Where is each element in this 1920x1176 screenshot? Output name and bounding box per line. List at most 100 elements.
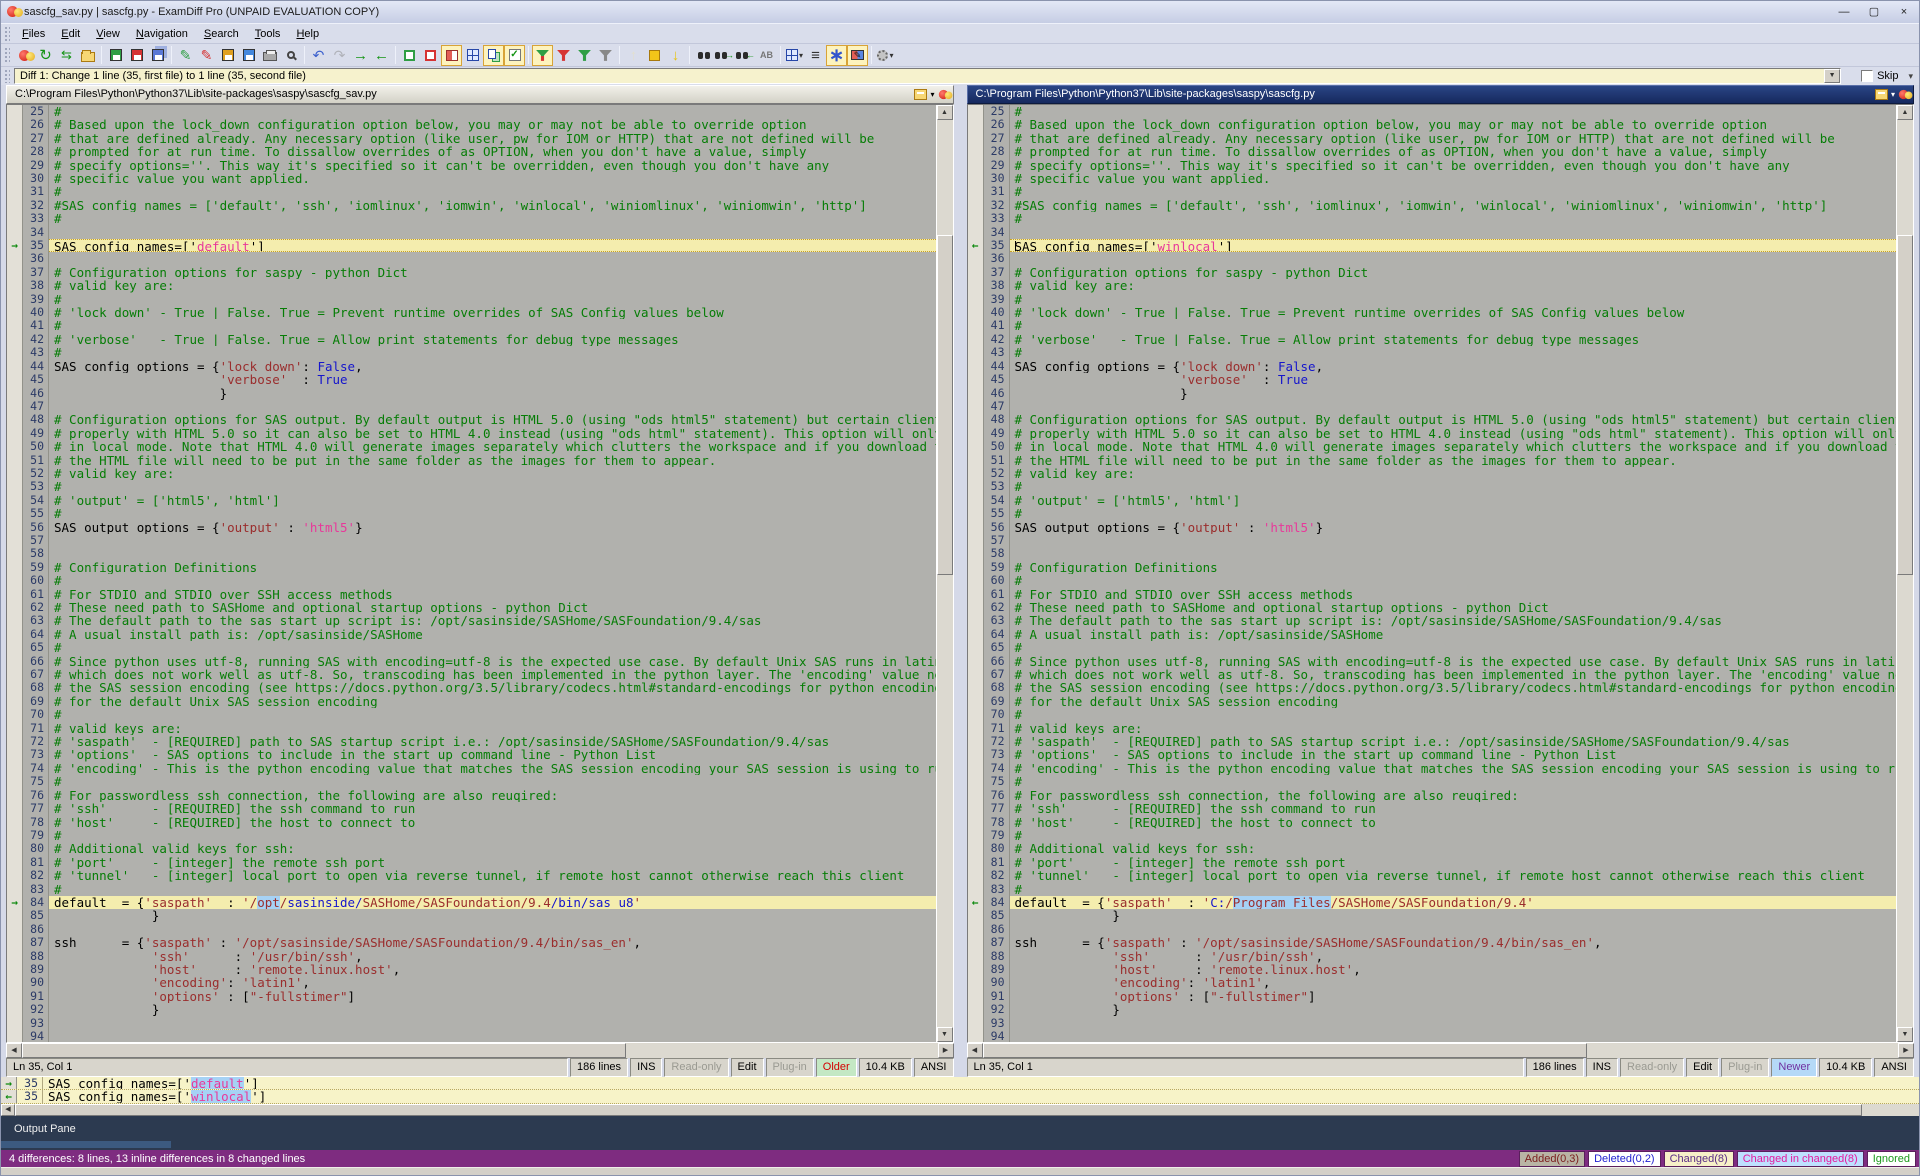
code-line[interactable]: 86: [7, 923, 936, 936]
compare-button[interactable]: [14, 45, 35, 66]
copy-block-right-button[interactable]: →: [350, 45, 371, 66]
edit-first-file-button[interactable]: ✎: [175, 45, 196, 66]
filter-show-all-button[interactable]: [532, 45, 553, 66]
scroll-up-icon[interactable]: ▲: [937, 105, 953, 120]
code-line[interactable]: 48# Configuration options for SAS output…: [7, 413, 936, 426]
scroll-right-icon[interactable]: ▶: [1898, 1043, 1914, 1058]
code-line[interactable]: 47: [968, 400, 1897, 413]
code-line[interactable]: 87ssh = {'saspath' : '/opt/sasinside/SAS…: [968, 936, 1897, 949]
output-pane-header[interactable]: Output Pane: [1, 1116, 1919, 1142]
code-line[interactable]: 56SAS_output_options = {'output' : 'html…: [7, 521, 936, 534]
code-line[interactable]: 72# 'saspath' - [REQUIRED] path to SAS s…: [7, 735, 936, 748]
scroll-up-icon[interactable]: ▲: [1897, 105, 1913, 120]
current-diff-button[interactable]: [644, 45, 665, 66]
code-line[interactable]: 30# specific value you want applied.: [7, 172, 936, 185]
code-line[interactable]: 92 }: [968, 1003, 1897, 1016]
code-line[interactable]: 49# properly with HTML 5.0 so it can als…: [7, 427, 936, 440]
first-file-dropdown-icon[interactable]: ▾: [930, 90, 934, 99]
scroll-left-icon[interactable]: ◀: [1, 1104, 15, 1116]
code-line[interactable]: 74# 'encoding' - This is the python enco…: [968, 762, 1897, 775]
edit-second-file-button[interactable]: ✎: [196, 45, 217, 66]
scroll-down-icon[interactable]: ▼: [937, 1027, 953, 1042]
code-line[interactable]: 79#: [7, 829, 936, 842]
code-line[interactable]: 34: [968, 226, 1897, 239]
copy-block-left-button[interactable]: ←: [371, 45, 392, 66]
code-line[interactable]: 69# for the default Unix SAS session enc…: [968, 695, 1897, 708]
code-line[interactable]: 49# properly with HTML 5.0 so it can als…: [968, 427, 1897, 440]
save-first-as-button[interactable]: [217, 45, 238, 66]
output-pane-tab[interactable]: [1, 1141, 171, 1148]
code-line[interactable]: 78# 'host' - [REQUIRED] the host to conn…: [968, 816, 1897, 829]
save-first-file-button[interactable]: [105, 45, 126, 66]
code-line[interactable]: 82# 'tunnel' - [integer] local port to o…: [968, 869, 1897, 882]
code-line[interactable]: 73# 'options' - SAS options to include i…: [968, 748, 1897, 761]
code-line[interactable]: 26# Based upon the lock_down configurati…: [968, 118, 1897, 131]
dropdown-caret-icon[interactable]: ▾: [799, 51, 803, 60]
first-file-recent-icon[interactable]: [914, 89, 927, 100]
save-second-as-button[interactable]: [238, 45, 259, 66]
code-line[interactable]: 65#: [7, 641, 936, 654]
code-line[interactable]: 82# 'tunnel' - [integer] local port to o…: [7, 869, 936, 882]
code-line[interactable]: 54# 'output' = ['html5', 'html']: [7, 494, 936, 507]
toolbar-grip[interactable]: [4, 47, 10, 64]
filter-added-button[interactable]: [574, 45, 595, 66]
code-line[interactable]: 28# prompted for at run time. To dissall…: [968, 145, 1897, 158]
code-line[interactable]: 94: [968, 1030, 1897, 1042]
save-both-files-button[interactable]: [147, 45, 168, 66]
inspector-hscroll-thumb[interactable]: [15, 1104, 1862, 1116]
skip-checkbox-group[interactable]: Skip: [1861, 70, 1898, 82]
show-identical-lines-button[interactable]: [399, 45, 420, 66]
code-line[interactable]: 51# the HTML file will need to be put in…: [968, 454, 1897, 467]
code-line[interactable]: 61# For STDIO and STDIO over SSH access …: [968, 588, 1897, 601]
options-button[interactable]: ▾: [875, 45, 896, 66]
next-diff-button[interactable]: ↓: [665, 45, 686, 66]
menu-item-tools[interactable]: Tools: [247, 25, 289, 43]
code-line[interactable]: 90 'encoding': 'latin1',: [7, 976, 936, 989]
code-line[interactable]: 45 'verbose' : True: [968, 373, 1897, 386]
code-line[interactable]: 42# 'verbose' - True | False. True = All…: [7, 333, 936, 346]
code-line[interactable]: 93: [968, 1017, 1897, 1030]
code-line[interactable]: 83#: [7, 883, 936, 896]
code-line[interactable]: 66# Since python uses utf-8, running SAS…: [7, 655, 936, 668]
code-line[interactable]: 32#SAS_config_names = ['default', 'ssh',…: [7, 199, 936, 212]
code-line[interactable]: 33#: [968, 212, 1897, 225]
code-line[interactable]: 63# The default path to the sas start up…: [7, 614, 936, 627]
code-line[interactable]: 71# valid keys are:: [7, 722, 936, 735]
code-line[interactable]: 66# Since python uses utf-8, running SAS…: [968, 655, 1897, 668]
print-button[interactable]: [259, 45, 280, 66]
code-line[interactable]: 68# the SAS session encoding (see https:…: [7, 681, 936, 694]
recompare-button[interactable]: ↻: [35, 45, 56, 66]
code-line[interactable]: 89 'host' : 'remote.linux.host',: [7, 963, 936, 976]
code-line[interactable]: 63# The default path to the sas start up…: [968, 614, 1897, 627]
code-line[interactable]: 62# These need path to SASHome and optio…: [7, 601, 936, 614]
code-line[interactable]: 81# 'port' - [integer] the remote ssh po…: [7, 856, 936, 869]
code-line[interactable]: 58: [7, 547, 936, 560]
code-line[interactable]: 41#: [7, 319, 936, 332]
first-file-compare-icon[interactable]: [938, 90, 947, 99]
code-line[interactable]: →84default = {'saspath' : '/opt/sasinsid…: [7, 896, 936, 909]
code-line[interactable]: 78# 'host' - [REQUIRED] the host to conn…: [7, 816, 936, 829]
diff-arrow-left-icon[interactable]: ←: [968, 239, 983, 252]
menu-item-edit[interactable]: Edit: [53, 25, 88, 43]
code-line[interactable]: 68# the SAS session encoding (see https:…: [968, 681, 1897, 694]
second-file-dropdown-icon[interactable]: ▾: [1891, 90, 1895, 99]
close-button[interactable]: ×: [1889, 1, 1919, 23]
code-line[interactable]: 77# 'ssh' - [REQUIRED] the ssh command t…: [7, 802, 936, 815]
code-line[interactable]: 31#: [7, 185, 936, 198]
diffbar-grip[interactable]: [4, 69, 10, 83]
code-line[interactable]: 62# These need path to SASHome and optio…: [968, 601, 1897, 614]
menubar-grip[interactable]: [4, 26, 10, 42]
line-inspector-button[interactable]: ≡: [805, 45, 826, 66]
code-line[interactable]: 61# For STDIO and STDIO over SSH access …: [7, 588, 936, 601]
code-line[interactable]: 38# valid key are:: [968, 279, 1897, 292]
code-line[interactable]: 91 'options' : ["-fullstimer"]: [7, 990, 936, 1003]
code-line[interactable]: 39#: [968, 293, 1897, 306]
code-line[interactable]: ←35SAS_config_names=['winlocal']: [968, 239, 1897, 252]
code-line[interactable]: 64# A usual install path is: /opt/sasins…: [968, 628, 1897, 641]
diff-arrow-left-icon[interactable]: ←: [968, 896, 983, 909]
code-line[interactable]: 43#: [7, 346, 936, 359]
code-line[interactable]: 79#: [968, 829, 1897, 842]
code-line[interactable]: 25#: [968, 105, 1897, 118]
diff-arrow-right-icon[interactable]: →: [7, 239, 22, 252]
menu-item-help[interactable]: Help: [288, 25, 327, 43]
